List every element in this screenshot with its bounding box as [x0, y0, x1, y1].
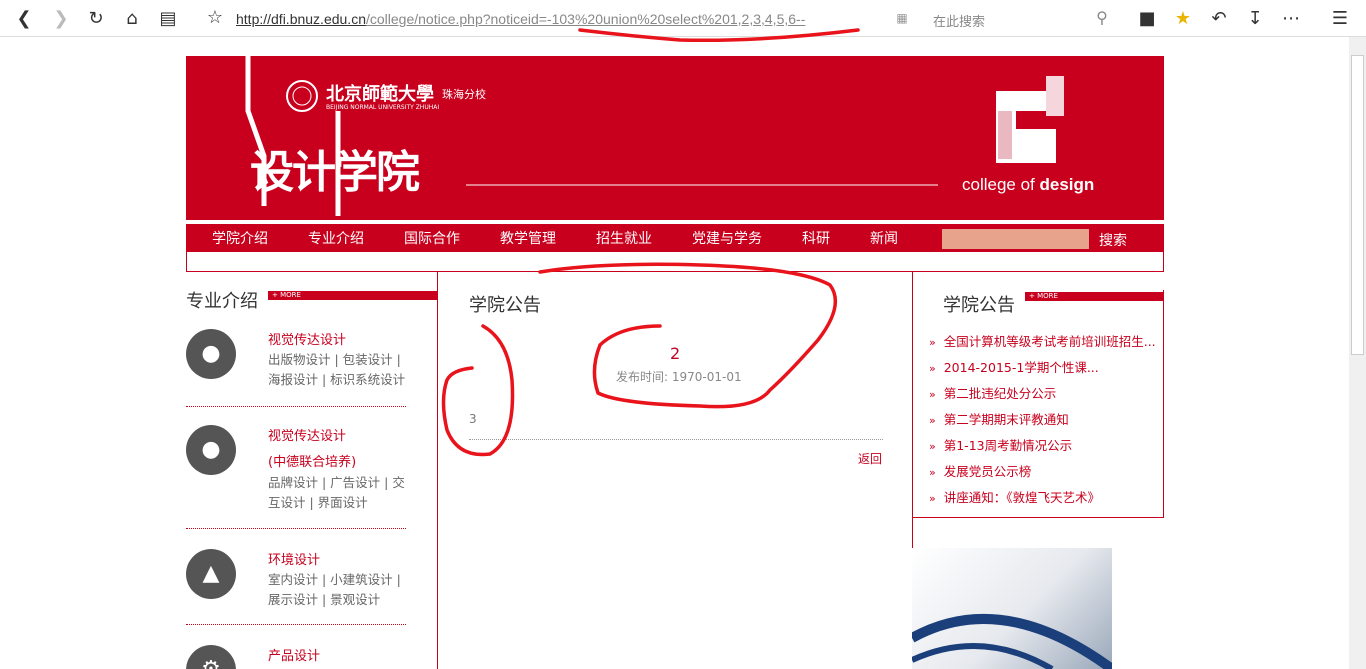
gear-icon: ⚙	[186, 645, 236, 669]
nav-item-admission[interactable]: 招生就业	[596, 228, 652, 248]
search-input[interactable]: 在此搜索 ⚲	[922, 4, 1118, 33]
nav-item-party[interactable]: 党建与学务	[692, 228, 762, 248]
announcement-item[interactable]: 全国计算机等级考试考前培训班招生...	[929, 331, 1156, 350]
nav-item-news[interactable]: 新闻	[870, 228, 898, 248]
train-icon[interactable]: ■	[1137, 9, 1157, 29]
site-search-input[interactable]	[942, 229, 1089, 249]
major-sub: 出版物设计 | 包装设计 | 海报设计 | 标识系统设计	[268, 352, 406, 387]
major-name[interactable]: 视觉传达设计	[268, 425, 346, 444]
college-design-logo	[996, 76, 1064, 163]
promo-image-art	[912, 613, 1112, 669]
major-sub: 品牌设计 | 广告设计 | 交互设计 | 界面设计	[268, 475, 405, 510]
major-sub: 室内设计 | 小建筑设计 | 展示设计 | 景观设计	[268, 572, 401, 607]
university-seal	[286, 80, 318, 112]
bookmark-star-icon[interactable]: ☆	[205, 8, 225, 28]
nav-item-majors[interactable]: 专业介绍	[308, 228, 364, 248]
menu-icon[interactable]: ☰	[1330, 9, 1350, 29]
major-name-suffix[interactable]: (中德联合培养)	[268, 451, 356, 470]
announcement-item[interactable]: 第二批违纪处分公示	[929, 383, 1057, 402]
tree-icon: ▲	[186, 549, 236, 599]
notice-panel: 学院公告 2 发布时间: 1970-01-01 3 返回	[437, 271, 913, 669]
announcement-item[interactable]: 讲座通知：《敦煌飞天艺术》	[929, 487, 1100, 506]
nav-item-research[interactable]: 科研	[802, 228, 830, 248]
web-page: 北京師範大學 珠海分校 BEIJING NORMAL UNIVERSITY ZH…	[0, 37, 1349, 669]
browser-toolbar: ❮ ❯ ↻ ⌂ ▤ ☆ http://dfi.bnuz.edu.cn/colle…	[0, 0, 1366, 37]
forward-icon[interactable]: ❯	[51, 9, 71, 29]
nav-underline	[186, 252, 1164, 272]
promo-image[interactable]	[912, 548, 1112, 669]
reader-icon[interactable]: ▤	[158, 9, 178, 29]
url-text: http://dfi.bnuz.edu.cn/college/notice.ph…	[236, 11, 806, 27]
address-bar[interactable]: ☆ http://dfi.bnuz.edu.cn/college/notice.…	[198, 4, 916, 33]
majors-more-link[interactable]: + MORE	[268, 291, 438, 300]
favorite-star-icon[interactable]: ★	[1173, 9, 1193, 29]
home-icon[interactable]: ⌂	[122, 9, 142, 29]
notice-date: 发布时间: 1970-01-01	[616, 370, 742, 384]
college-title-en-bold: design	[1039, 175, 1095, 194]
back-link[interactable]: 返回	[858, 450, 882, 467]
back-icon[interactable]: ❮	[14, 9, 34, 29]
logo-english-name: BEIJING NORMAL UNIVERSITY ZHUHAI	[326, 104, 440, 111]
search-placeholder: 在此搜索	[933, 15, 986, 30]
qr-icon[interactable]: ▦	[892, 8, 912, 28]
nav-item-teaching[interactable]: 教学管理	[500, 228, 556, 248]
download-icon[interactable]: ↧	[1245, 9, 1265, 29]
notice-title: 2	[670, 344, 681, 363]
scrollbar[interactable]	[1349, 37, 1366, 669]
divider	[186, 528, 406, 529]
reload-icon[interactable]: ↻	[86, 9, 106, 29]
announcement-item[interactable]: 2014-2015-1学期个性课...	[929, 357, 1099, 376]
announcement-item[interactable]: 第二学期期末评教通知	[929, 409, 1069, 428]
scroll-thumb[interactable]	[1351, 55, 1364, 355]
notice-panel-title: 学院公告	[469, 295, 541, 316]
announcement-item[interactable]: 发展党员公示榜	[929, 461, 1032, 480]
majors-section: 专业介绍 + MORE ● 视觉传达设计 出版物设计 | 包装设计 | 海报设计…	[186, 287, 438, 669]
nav-item-international[interactable]: 国际合作	[404, 228, 460, 248]
college-title-cn: 设计学院	[250, 147, 420, 198]
main-nav: 学院介绍 专业介绍 国际合作 教学管理 招生就业 党建与学务 科研 新闻 搜索	[186, 220, 1164, 252]
divider	[469, 439, 883, 440]
logo-chinese-name: 北京師範大學	[326, 84, 434, 105]
major-name[interactable]: 产品设计	[268, 645, 320, 664]
site-search-button[interactable]: 搜索	[1099, 230, 1127, 250]
divider	[186, 624, 406, 625]
logo-campus: 珠海分校	[442, 88, 486, 101]
nav-item-about[interactable]: 学院介绍	[212, 228, 268, 248]
major-name[interactable]: 视觉传达设计	[268, 329, 346, 348]
announcement-item[interactable]: 第1-13周考勤情况公示	[929, 435, 1072, 454]
college-title-en: college of design	[962, 175, 1094, 195]
announcements-list: 全国计算机等级考试考前培训班招生... 2014-2015-1学期个性课... …	[912, 290, 1164, 518]
camera-icon: ●	[186, 329, 236, 379]
camera-icon: ●	[186, 425, 236, 475]
search-icon[interactable]: ⚲	[1092, 8, 1112, 28]
divider	[186, 406, 406, 407]
major-name[interactable]: 环境设计	[268, 549, 320, 568]
undo-icon[interactable]: ↶	[1209, 9, 1229, 29]
more-icon[interactable]: ⋯	[1281, 9, 1301, 29]
college-title-en-prefix: college of	[962, 175, 1040, 194]
notice-body: 3	[469, 412, 477, 426]
